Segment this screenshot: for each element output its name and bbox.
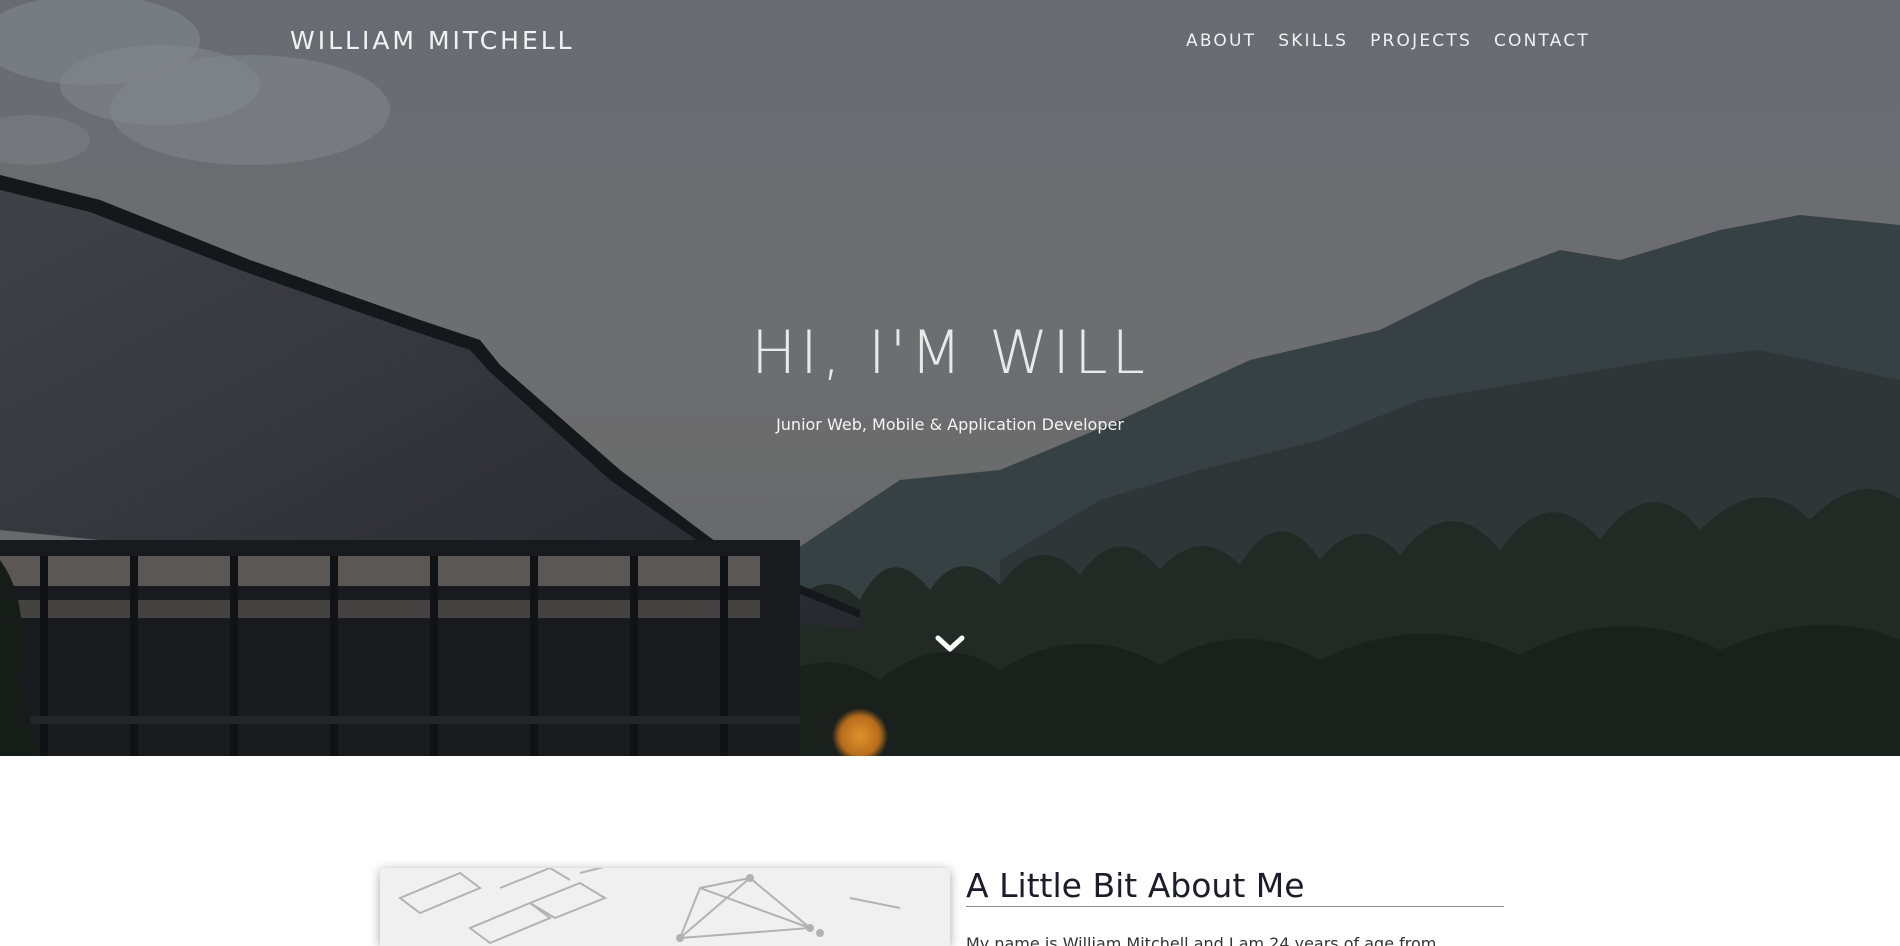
nav-link-about[interactable]: ABOUT: [1186, 31, 1256, 51]
nav-link-projects[interactable]: PROJECTS: [1370, 31, 1472, 51]
site-brand[interactable]: WILLIAM MITCHELL: [290, 26, 575, 55]
nav-link-skills[interactable]: SKILLS: [1278, 31, 1348, 51]
nav-link-contact[interactable]: CONTACT: [1494, 31, 1590, 51]
chevron-down-icon[interactable]: [934, 630, 966, 658]
hero-section: WILLIAM MITCHELL ABOUT SKILLS PROJECTS C…: [0, 0, 1900, 756]
main-navigation: ABOUT SKILLS PROJECTS CONTACT: [1186, 31, 1590, 51]
about-image: [380, 868, 950, 946]
about-intro-text: My name is William Mitchell and I am 24 …: [966, 934, 1437, 946]
hero-subtitle: Junior Web, Mobile & Application Develop…: [776, 415, 1124, 434]
about-heading: A Little Bit About Me: [966, 866, 1305, 905]
divider: [966, 906, 1504, 907]
hero-title: HI, I'M WILL: [751, 318, 1149, 388]
